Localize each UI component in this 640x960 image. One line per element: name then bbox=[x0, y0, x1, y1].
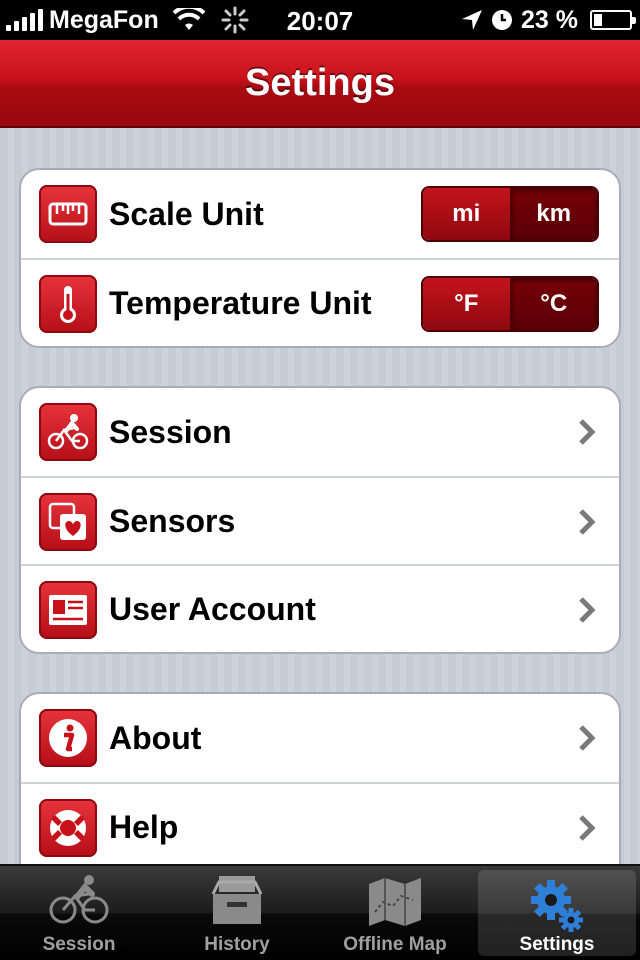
scale-unit-segmented-control[interactable]: mi km bbox=[421, 186, 599, 242]
tray-icon bbox=[211, 876, 263, 924]
page-title: Settings bbox=[245, 61, 395, 104]
map-icon bbox=[369, 878, 421, 926]
location-arrow-icon bbox=[462, 10, 483, 30]
chevron-right-icon bbox=[579, 725, 596, 751]
chevron-right-icon bbox=[579, 419, 596, 445]
scale-unit-label: Scale Unit bbox=[109, 195, 264, 232]
ruler-icon bbox=[39, 185, 97, 243]
tab-label: Session bbox=[42, 934, 116, 955]
tab-label: Offline Map bbox=[343, 934, 447, 955]
temperature-unit-row: Temperature Unit °F °C bbox=[21, 258, 619, 346]
status-bar: MegaFon 20:07 23 % bbox=[0, 0, 640, 40]
chevron-right-icon bbox=[579, 509, 596, 535]
id-card-icon bbox=[39, 581, 97, 639]
heart-sensor-icon bbox=[39, 493, 97, 551]
alarm-clock-icon bbox=[492, 10, 513, 30]
scale-unit-option-mi[interactable]: mi bbox=[423, 188, 510, 240]
settings-row-label: Sensors bbox=[109, 502, 236, 539]
settings-row-about[interactable]: About bbox=[21, 694, 619, 782]
navigation-bar: Settings bbox=[0, 40, 640, 128]
chevron-right-icon bbox=[579, 597, 596, 623]
scale-unit-option-km[interactable]: km bbox=[509, 188, 597, 240]
settings-row-session[interactable]: Session bbox=[21, 388, 619, 476]
gears-icon bbox=[531, 880, 583, 932]
temperature-unit-segmented-control[interactable]: °F °C bbox=[421, 276, 599, 332]
settings-row-label: Help bbox=[109, 808, 179, 845]
info-icon bbox=[39, 709, 97, 767]
settings-row-help[interactable]: Help bbox=[21, 782, 619, 864]
cyclist-icon bbox=[49, 875, 109, 924]
tab-settings[interactable]: Settings bbox=[478, 870, 636, 956]
chevron-right-icon bbox=[579, 815, 596, 841]
settings-row-label: User Account bbox=[109, 590, 316, 627]
settings-list[interactable]: Scale Unit mi km Temperature Unit °F °C bbox=[0, 128, 640, 864]
tab-offline-map[interactable]: Offline Map bbox=[316, 866, 474, 960]
scale-unit-row: Scale Unit mi km bbox=[21, 170, 619, 258]
settings-row-label: About bbox=[109, 719, 202, 756]
tab-bar: Session History Offline Map Settings bbox=[0, 864, 640, 960]
units-group: Scale Unit mi km Temperature Unit °F °C bbox=[19, 168, 621, 348]
lifebuoy-icon bbox=[39, 799, 97, 857]
temperature-unit-option-celsius[interactable]: °C bbox=[509, 278, 597, 330]
battery-icon bbox=[590, 10, 636, 30]
cyclist-icon bbox=[39, 403, 97, 461]
settings-row-label: Session bbox=[109, 413, 232, 450]
settings-row-user-account[interactable]: User Account bbox=[21, 564, 619, 652]
settings-row-sensors[interactable]: Sensors bbox=[21, 476, 619, 564]
tab-label: History bbox=[204, 934, 270, 955]
temperature-unit-option-fahrenheit[interactable]: °F bbox=[423, 278, 510, 330]
info-group: About Help bbox=[19, 692, 621, 864]
account-group: Session Sensors User Account bbox=[19, 386, 621, 654]
tab-history[interactable]: History bbox=[158, 866, 316, 960]
temperature-unit-label: Temperature Unit bbox=[109, 284, 372, 321]
thermometer-icon bbox=[39, 275, 97, 333]
tab-session[interactable]: Session bbox=[0, 866, 158, 960]
battery-percent: 23 % bbox=[521, 5, 578, 34]
tab-label: Settings bbox=[519, 934, 595, 955]
